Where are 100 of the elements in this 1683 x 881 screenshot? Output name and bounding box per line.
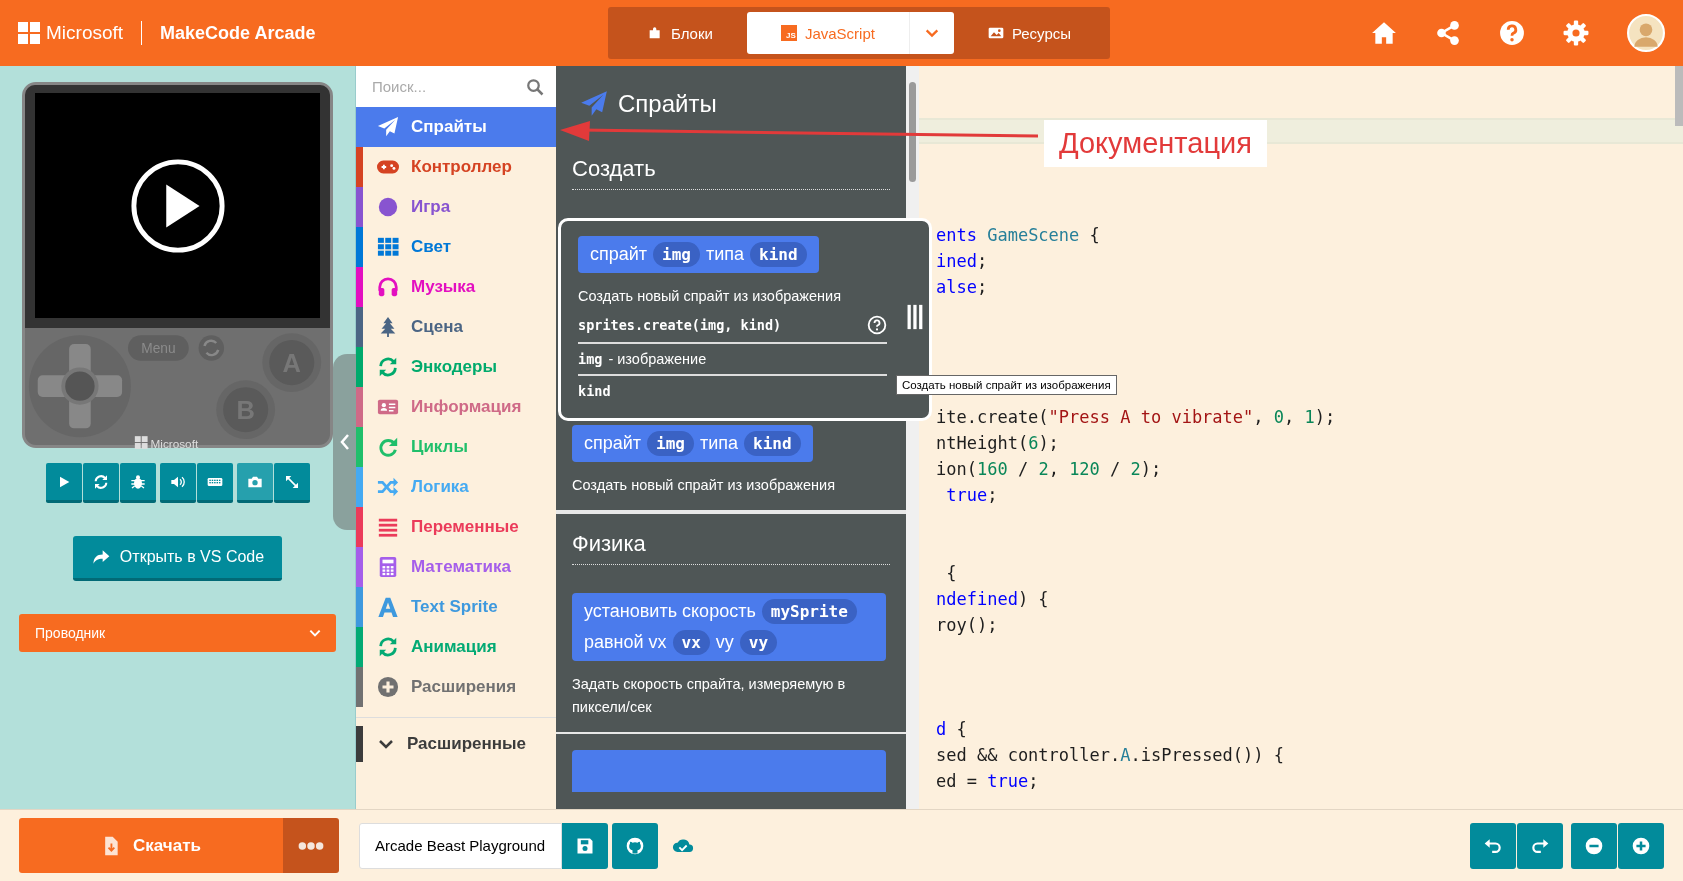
category-item[interactable]: Анимация — [356, 627, 556, 667]
block-parameter[interactable]: vx — [672, 630, 710, 655]
section-heading: Физика — [572, 531, 890, 565]
save-button[interactable] — [562, 822, 608, 869]
restart-button[interactable] — [82, 463, 119, 503]
advanced-toggle[interactable]: Расширенные — [356, 717, 556, 766]
more-options-button[interactable] — [283, 818, 339, 873]
category-item[interactable]: Контроллер — [356, 147, 556, 187]
lines-icon — [377, 516, 399, 538]
sync-icon — [377, 636, 399, 658]
code-line: ed = true; — [936, 771, 1039, 791]
code-line: roy(); — [936, 615, 998, 635]
screenshot-button[interactable] — [236, 463, 273, 503]
block-parameter[interactable]: kind — [744, 431, 801, 456]
d-pad[interactable] — [28, 335, 131, 438]
code-block[interactable]: установить скорость mySprite равной vx vx vy vy — [572, 593, 886, 661]
sync-icon — [377, 356, 399, 378]
headphones-icon — [377, 276, 399, 298]
download-button[interactable]: Скачать — [19, 818, 283, 873]
avatar-icon[interactable] — [1627, 14, 1665, 52]
calculator-icon — [377, 556, 399, 578]
zoom-out-button[interactable] — [1571, 822, 1617, 869]
category-item[interactable]: Игра — [356, 187, 556, 227]
category-item[interactable]: Энкодеры — [356, 347, 556, 387]
block-parameter[interactable]: kind — [750, 242, 807, 267]
block-parameter[interactable]: mySprite — [761, 599, 857, 624]
category-item[interactable]: Сцена — [356, 307, 556, 347]
play-button[interactable] — [45, 463, 82, 503]
function-signature: sprites.create(img, kind) — [578, 317, 782, 333]
category-item[interactable]: Расширения — [356, 667, 556, 707]
block-label: vy — [715, 632, 734, 653]
product-name: MakeCode Arcade — [160, 22, 316, 44]
keyboard-button[interactable] — [196, 463, 233, 503]
project-name-field[interactable]: Arcade Beast Playground — [359, 822, 562, 869]
block-label: спрайт — [590, 244, 648, 265]
undo-button[interactable] — [1470, 822, 1516, 869]
cat-logo-icon — [625, 835, 645, 856]
block-label: спрайт — [584, 433, 642, 454]
editor-tab[interactable]: Ресурсы — [953, 12, 1106, 54]
category-item[interactable]: Логика — [356, 467, 556, 507]
code-block[interactable]: спрайт img типа kind — [578, 236, 819, 273]
code-block[interactable]: спрайт img типа kind — [572, 425, 813, 462]
category-item[interactable]: Информация — [356, 387, 556, 427]
sound-button[interactable] — [159, 463, 196, 503]
plus-icon — [1631, 835, 1651, 856]
block-parameter[interactable]: img — [647, 431, 694, 456]
flyout-title: Спрайты — [618, 90, 717, 118]
category-item[interactable]: Text Sprite — [356, 587, 556, 627]
zoom-in-button[interactable] — [1618, 822, 1664, 869]
home-icon[interactable] — [1371, 20, 1397, 46]
tooltip: Создать новый спрайт из изображения — [896, 375, 1117, 395]
explorer-dropdown[interactable]: Проводник — [19, 614, 336, 652]
category-item[interactable]: Музыка — [356, 267, 556, 307]
shuffle-icon — [377, 476, 399, 498]
block-card[interactable]: спрайт img типа kind Создать новый спрайт из изображения — [556, 425, 906, 512]
parameter-name: kind — [578, 383, 611, 399]
category-item[interactable]: Математика — [356, 547, 556, 587]
github-button[interactable] — [612, 822, 658, 869]
search-field[interactable]: Поиск... — [356, 66, 556, 107]
editor-tab[interactable]: JS JavaScript — [746, 12, 909, 54]
restart-icon — [92, 473, 109, 490]
block-parameter[interactable]: vy — [739, 630, 778, 655]
block-card[interactable]: установить скорость mySprite равной vx vx vy vy Задать скорость спрайта, измеряемую в пиксели/сек — [556, 593, 906, 734]
block-label: типа — [706, 244, 745, 265]
code-line: ntHeight(6); — [936, 433, 1059, 453]
open-in-vs-code-button[interactable]: Открыть в VS Code — [72, 536, 283, 581]
redo-button[interactable] — [1517, 822, 1563, 869]
debug-button[interactable] — [119, 463, 156, 503]
play-icon[interactable] — [128, 156, 227, 255]
letter-icon — [377, 596, 399, 618]
block-label: типа — [700, 433, 739, 454]
fullscreen-icon — [283, 473, 300, 490]
collapse-simulator-handle[interactable] — [333, 354, 357, 530]
help-icon[interactable] — [867, 315, 887, 335]
category-item[interactable]: Свет — [356, 227, 556, 267]
block-description: Задать скорость спрайта, измеряемую в пиксели/сек — [572, 675, 847, 717]
editor-scrollbar[interactable] — [1675, 66, 1683, 126]
block-description: Создать новый спрайт из изображения — [572, 476, 837, 495]
fullscreen-button[interactable] — [273, 463, 310, 503]
code-line: alse; — [936, 277, 988, 297]
block-label: установить скорость — [584, 601, 756, 622]
puzzle-icon — [647, 25, 663, 41]
cloud-saved-icon — [672, 837, 694, 854]
code-line: ion(160 / 2, 120 / 2); — [936, 459, 1162, 479]
microsoft-logo-text: Microsoft — [150, 436, 199, 450]
block-label: равной vx — [584, 632, 667, 653]
editor-tab[interactable]: Блоки — [613, 12, 747, 54]
search-icon — [526, 77, 544, 96]
loop-icon — [377, 436, 399, 458]
code-line: ndefined) { — [936, 589, 1049, 609]
windows-logo-icon — [18, 22, 40, 44]
section-heading: Создать — [572, 156, 890, 190]
block-parameter[interactable]: img — [653, 242, 700, 267]
category-item[interactable]: Переменные — [356, 507, 556, 547]
code-line: ined; — [936, 251, 988, 271]
restart-icon[interactable] — [198, 335, 225, 361]
parameter-name: img — [578, 351, 603, 367]
share-icon[interactable] — [1435, 20, 1461, 46]
js-icon: JS — [780, 25, 797, 41]
resize-grip-icon[interactable] — [905, 303, 925, 331]
